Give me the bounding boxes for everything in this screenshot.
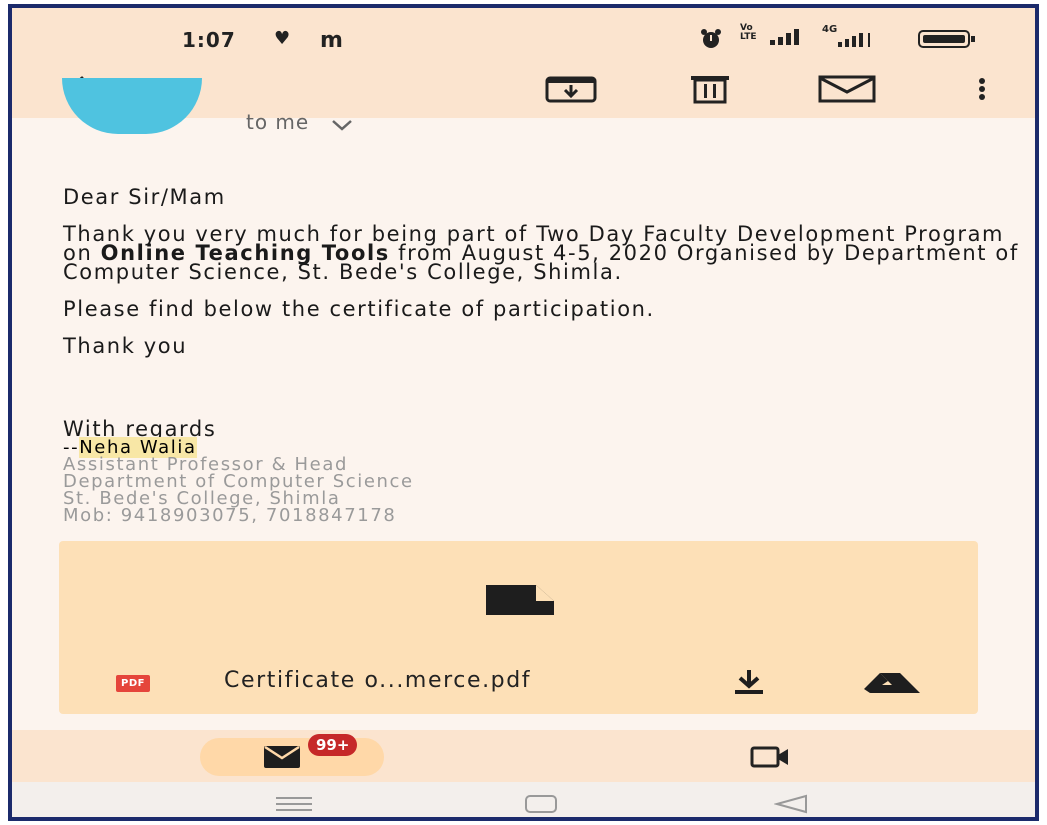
home-square-icon [524, 795, 558, 817]
status-time: 1:07 [182, 28, 236, 52]
chevron-down-icon [331, 112, 353, 136]
archive-button[interactable] [538, 74, 604, 108]
status-bar: 1:07 ♥ m Vo LTE 4G [12, 8, 1035, 66]
recents-button[interactable] [276, 796, 312, 816]
back-nav-button[interactable] [773, 794, 808, 817]
thank-you-line: Thank you [63, 334, 188, 358]
body-paragraph-2: Please find below the certificate of par… [63, 297, 655, 321]
signal-icon-2 [838, 32, 874, 51]
nav-meet-tab[interactable] [732, 740, 812, 774]
pdf-badge: PDF [116, 675, 150, 692]
phone-screen: 1:07 ♥ m Vo LTE 4G to me Dear Sir/Mam Th… [8, 4, 1039, 821]
mail-icon [264, 745, 300, 772]
download-button[interactable] [732, 669, 766, 699]
bottom-navigation: 99+ [12, 730, 1035, 782]
sender-avatar[interactable] [62, 78, 202, 134]
more-vert-icon [977, 77, 987, 105]
menu-lines-icon [276, 797, 312, 816]
drive-icon [862, 673, 922, 699]
email-signature: With regards --Neha Walia Assistant Prof… [63, 419, 414, 526]
email-content: to me Dear Sir/Mam Thank you very much f… [12, 78, 1035, 738]
notification-m-icon: m [320, 28, 343, 53]
signal-icon [770, 28, 806, 50]
system-navigation-bar [12, 782, 1035, 817]
network-4g-label: 4G [822, 24, 838, 35]
email-body: Dear Sir/Mam Thank you very much for bei… [63, 185, 1023, 374]
signature-mobile: Mob: 9418903075, 7018847178 [63, 505, 397, 526]
delete-button[interactable] [680, 74, 740, 108]
unread-count-badge: 99+ [308, 734, 358, 756]
home-button[interactable] [524, 794, 558, 817]
mail-unread-icon [818, 75, 876, 107]
mark-unread-button[interactable] [812, 74, 882, 108]
download-icon [732, 670, 766, 699]
attachment-card[interactable]: PDF Certificate o...merce.pdf [59, 541, 978, 714]
save-to-drive-button[interactable] [862, 671, 922, 699]
alarm-icon [700, 28, 722, 54]
video-camera-icon [750, 746, 790, 772]
volte-label: Vo LTE [740, 23, 757, 42]
attachment-file-name: Certificate o...merce.pdf [224, 668, 532, 693]
delete-icon [689, 74, 731, 108]
archive-icon [545, 75, 597, 107]
file-icon [484, 583, 556, 621]
body-paragraph-1: Thank you very much for being part of Tw… [63, 224, 1023, 283]
recipient-label: to me [246, 110, 310, 134]
more-options-button[interactable] [967, 74, 997, 108]
greeting: Dear Sir/Mam [63, 185, 226, 209]
battery-icon [918, 30, 976, 52]
back-triangle-icon [773, 794, 808, 817]
recipient-row[interactable]: to me [246, 110, 353, 136]
notification-heart-icon: ♥ [274, 28, 291, 49]
